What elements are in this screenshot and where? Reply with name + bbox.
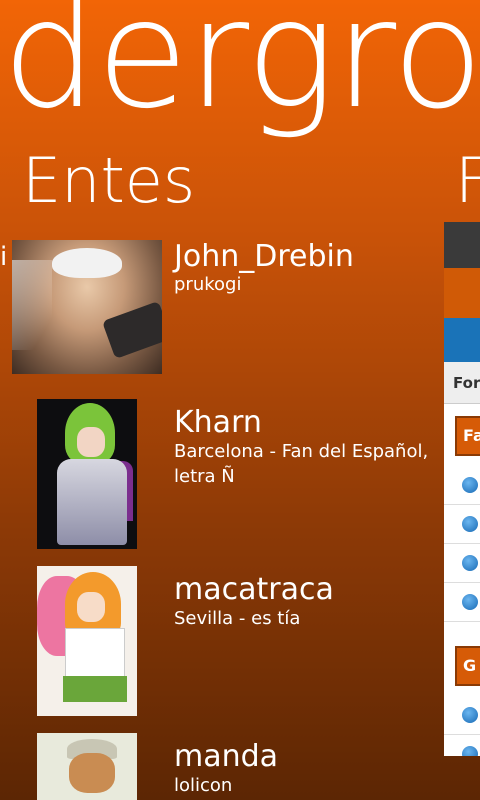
panel-header-bar [444,222,480,268]
user-subtitle: lolicon [174,775,233,796]
user-name: Kharn [174,405,262,440]
list-item[interactable]: macatraca Sevilla - es tía [0,566,445,721]
user-subtitle: Barcelona - Fan del Español, letra Ñ [174,441,429,487]
user-name: macatraca [174,572,334,607]
list-item[interactable]: manda lolicon [0,733,445,800]
forum-row[interactable] [444,544,480,583]
forum-status-icon [462,516,478,532]
next-section-title[interactable]: F [455,150,480,212]
section-title: Entes [22,144,196,217]
avatar [37,733,137,800]
list-item[interactable]: John_Drebin prukogi [0,240,445,380]
panel-nav-bar [444,318,480,362]
app-title: dergro [2,0,480,142]
forum-status-icon [462,746,478,756]
forum-status-icon [462,477,478,493]
forum-row[interactable] [444,583,480,622]
forum-status-icon [462,555,478,571]
forum-status-icon [462,594,478,610]
avatar [12,240,162,374]
avatar [37,399,137,549]
forum-label: For [444,362,480,404]
panel-banner [444,268,480,318]
forum-row[interactable] [444,735,480,756]
user-name: John_Drebin [174,239,354,274]
user-subtitle: Sevilla - es tía [174,608,301,629]
list-item[interactable]: Kharn Barcelona - Fan del Español, letra… [0,399,445,554]
forum-row[interactable] [444,696,480,735]
user-subtitle: prukogi [174,274,242,295]
forum-row[interactable] [444,466,480,505]
user-name: manda [174,739,279,774]
forum-category-header[interactable]: G [455,646,480,686]
forum-panel-peek[interactable]: For Fa G [444,222,480,756]
forum-status-icon [462,707,478,723]
avatar [37,566,137,716]
forum-category-header[interactable]: Fa [455,416,480,456]
forum-row[interactable] [444,505,480,544]
